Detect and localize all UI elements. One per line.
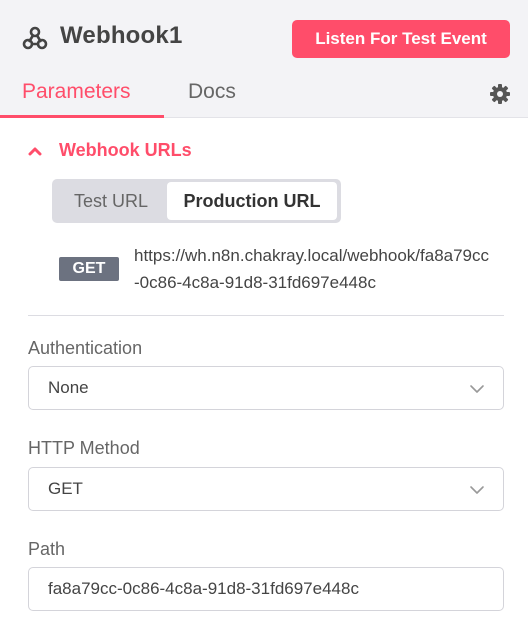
path-value: fa8a79cc-0c86-4c8a-91d8-31fd697e448c	[48, 579, 359, 598]
authentication-label: Authentication	[28, 338, 143, 358]
production-url-option[interactable]: Production URL	[167, 182, 337, 220]
test-url-option[interactable]: Test URL	[58, 182, 164, 220]
node-title: Webhook1	[60, 22, 183, 49]
http-method-label: HTTP Method	[28, 438, 140, 458]
webhook-urls-label: Webhook URLs	[59, 140, 192, 160]
active-tab-indicator	[0, 115, 164, 118]
tab-parameters[interactable]: Parameters	[22, 80, 131, 104]
path-label: Path	[28, 539, 66, 559]
http-method-select[interactable]: GET	[28, 467, 504, 511]
webhook-url[interactable]: https://wh.n8n.chakray.local/webhook/fa8…	[134, 242, 494, 296]
url-type-toggle: Test URL Production URL	[52, 179, 341, 223]
listen-for-test-event-button[interactable]: Listen For Test Event	[292, 20, 510, 58]
gear-icon[interactable]	[489, 83, 511, 105]
chevron-up-icon	[28, 143, 42, 156]
http-method-value: GET	[48, 479, 83, 498]
http-method-badge: GET	[59, 257, 119, 281]
chevron-down-icon	[469, 382, 485, 394]
tab-docs[interactable]: Docs	[188, 80, 236, 104]
path-input[interactable]: fa8a79cc-0c86-4c8a-91d8-31fd697e448c	[28, 567, 504, 611]
webhook-icon	[22, 25, 48, 51]
authentication-select[interactable]: None	[28, 366, 504, 410]
node-header: Webhook1 Listen For Test Event Parameter…	[0, 0, 528, 118]
chevron-down-icon	[469, 483, 485, 495]
divider	[28, 315, 504, 316]
authentication-value: None	[48, 378, 89, 397]
